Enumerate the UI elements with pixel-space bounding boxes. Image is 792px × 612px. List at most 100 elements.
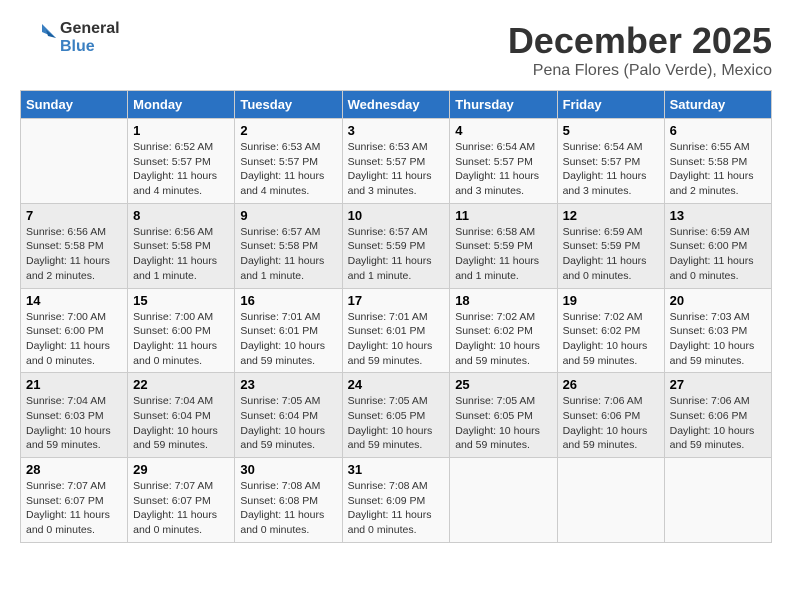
day-number: 11 <box>455 208 551 223</box>
day-info: Sunrise: 7:02 AM Sunset: 6:02 PM Dayligh… <box>455 310 551 369</box>
day-info: Sunrise: 6:54 AM Sunset: 5:57 PM Dayligh… <box>455 140 551 199</box>
day-info: Sunrise: 6:57 AM Sunset: 5:59 PM Dayligh… <box>348 225 445 284</box>
day-cell: 12 Sunrise: 6:59 AM Sunset: 5:59 PM Dayli… <box>557 203 664 288</box>
day-cell: 20 Sunrise: 7:03 AM Sunset: 6:03 PM Dayli… <box>664 288 771 373</box>
day-info: Sunrise: 7:00 AM Sunset: 6:00 PM Dayligh… <box>26 310 122 369</box>
day-cell <box>21 119 128 204</box>
day-cell: 22Sunrise: 7:04 AM Sunset: 6:04 PM Dayli… <box>128 373 235 458</box>
day-info: Sunrise: 6:54 AM Sunset: 5:57 PM Dayligh… <box>563 140 659 199</box>
col-header-thursday: Thursday <box>450 91 557 119</box>
day-cell: 30 Sunrise: 7:08 AM Sunset: 6:08 PM Dayli… <box>235 458 342 543</box>
day-cell: 14 Sunrise: 7:00 AM Sunset: 6:00 PM Dayli… <box>21 288 128 373</box>
day-number: 9 <box>240 208 336 223</box>
col-header-sunday: Sunday <box>21 91 128 119</box>
logo-general: General <box>60 20 120 38</box>
day-number: 13 <box>670 208 766 223</box>
col-header-monday: Monday <box>128 91 235 119</box>
day-info: Sunrise: 7:05 AM Sunset: 6:04 PM Dayligh… <box>240 394 336 453</box>
day-cell: 23 Sunrise: 7:05 AM Sunset: 6:04 PM Dayli… <box>235 373 342 458</box>
day-cell: 10Sunrise: 6:57 AM Sunset: 5:59 PM Dayli… <box>342 203 450 288</box>
calendar-table: SundayMondayTuesdayWednesdayThursdayFrid… <box>20 90 772 543</box>
day-info: Sunrise: 7:02 AM Sunset: 6:02 PM Dayligh… <box>563 310 659 369</box>
day-info: Sunrise: 6:52 AM Sunset: 5:57 PM Dayligh… <box>133 140 229 199</box>
day-cell: 21 Sunrise: 7:04 AM Sunset: 6:03 PM Dayli… <box>21 373 128 458</box>
logo-container: General Blue <box>20 20 120 56</box>
day-number: 30 <box>240 462 336 477</box>
logo-blue: Blue <box>60 38 120 56</box>
day-number: 5 <box>563 123 659 138</box>
week-row-5: 28 Sunrise: 7:07 AM Sunset: 6:07 PM Dayli… <box>21 458 772 543</box>
day-info: Sunrise: 7:08 AM Sunset: 6:08 PM Dayligh… <box>240 479 336 538</box>
day-info: Sunrise: 7:00 AM Sunset: 6:00 PM Dayligh… <box>133 310 229 369</box>
day-number: 24 <box>348 377 445 392</box>
day-info: Sunrise: 7:07 AM Sunset: 6:07 PM Dayligh… <box>133 479 229 538</box>
day-info: Sunrise: 7:06 AM Sunset: 6:06 PM Dayligh… <box>670 394 766 453</box>
col-header-wednesday: Wednesday <box>342 91 450 119</box>
col-header-saturday: Saturday <box>664 91 771 119</box>
day-number: 1 <box>133 123 229 138</box>
day-number: 6 <box>670 123 766 138</box>
day-info: Sunrise: 6:59 AM Sunset: 5:59 PM Dayligh… <box>563 225 659 284</box>
day-info: Sunrise: 7:05 AM Sunset: 6:05 PM Dayligh… <box>348 394 445 453</box>
day-number: 23 <box>240 377 336 392</box>
day-number: 17 <box>348 293 445 308</box>
day-number: 20 <box>670 293 766 308</box>
day-number: 19 <box>563 293 659 308</box>
day-number: 21 <box>26 377 122 392</box>
day-number: 22 <box>133 377 229 392</box>
day-info: Sunrise: 7:01 AM Sunset: 6:01 PM Dayligh… <box>240 310 336 369</box>
day-info: Sunrise: 6:57 AM Sunset: 5:58 PM Dayligh… <box>240 225 336 284</box>
day-cell: 18Sunrise: 7:02 AM Sunset: 6:02 PM Dayli… <box>450 288 557 373</box>
day-info: Sunrise: 7:08 AM Sunset: 6:09 PM Dayligh… <box>348 479 445 538</box>
day-number: 8 <box>133 208 229 223</box>
day-info: Sunrise: 6:53 AM Sunset: 5:57 PM Dayligh… <box>348 140 445 199</box>
day-cell: 25 Sunrise: 7:05 AM Sunset: 6:05 PM Dayli… <box>450 373 557 458</box>
day-number: 27 <box>670 377 766 392</box>
day-cell: 7Sunrise: 6:56 AM Sunset: 5:58 PM Daylig… <box>21 203 128 288</box>
day-number: 15 <box>133 293 229 308</box>
day-info: Sunrise: 7:04 AM Sunset: 6:03 PM Dayligh… <box>26 394 122 453</box>
day-info: Sunrise: 6:56 AM Sunset: 5:58 PM Dayligh… <box>133 225 229 284</box>
week-row-3: 14 Sunrise: 7:00 AM Sunset: 6:00 PM Dayli… <box>21 288 772 373</box>
day-cell: 8 Sunrise: 6:56 AM Sunset: 5:58 PM Daylig… <box>128 203 235 288</box>
day-cell: 3 Sunrise: 6:53 AM Sunset: 5:57 PM Daylig… <box>342 119 450 204</box>
day-info: Sunrise: 7:03 AM Sunset: 6:03 PM Dayligh… <box>670 310 766 369</box>
day-cell: 26Sunrise: 7:06 AM Sunset: 6:06 PM Dayli… <box>557 373 664 458</box>
day-number: 12 <box>563 208 659 223</box>
day-number: 7 <box>26 208 122 223</box>
day-info: Sunrise: 6:59 AM Sunset: 6:00 PM Dayligh… <box>670 225 766 284</box>
col-header-tuesday: Tuesday <box>235 91 342 119</box>
day-number: 2 <box>240 123 336 138</box>
day-cell <box>664 458 771 543</box>
day-number: 3 <box>348 123 445 138</box>
calendar-subtitle: Pena Flores (Palo Verde), Mexico <box>508 62 772 80</box>
day-info: Sunrise: 6:55 AM Sunset: 5:58 PM Dayligh… <box>670 140 766 199</box>
header-row: SundayMondayTuesdayWednesdayThursdayFrid… <box>21 91 772 119</box>
week-row-1: 1 Sunrise: 6:52 AM Sunset: 5:57 PM Daylig… <box>21 119 772 204</box>
day-info: Sunrise: 7:01 AM Sunset: 6:01 PM Dayligh… <box>348 310 445 369</box>
day-number: 25 <box>455 377 551 392</box>
day-info: Sunrise: 7:05 AM Sunset: 6:05 PM Dayligh… <box>455 394 551 453</box>
day-number: 4 <box>455 123 551 138</box>
day-cell: 17 Sunrise: 7:01 AM Sunset: 6:01 PM Dayli… <box>342 288 450 373</box>
header: General Blue December 2025 Pena Flores (… <box>20 20 772 80</box>
week-row-2: 7 Sunrise: 6:56 AM Sunset: 5:58 PM Daylig… <box>21 203 772 288</box>
col-header-friday: Friday <box>557 91 664 119</box>
day-number: 16 <box>240 293 336 308</box>
day-number: 31 <box>348 462 445 477</box>
title-area: December 2025 Pena Flores (Palo Verde), … <box>508 20 772 80</box>
day-number: 14 <box>26 293 122 308</box>
day-cell <box>557 458 664 543</box>
day-info: Sunrise: 6:53 AM Sunset: 5:57 PM Dayligh… <box>240 140 336 199</box>
day-cell: 1 Sunrise: 6:52 AM Sunset: 5:57 PM Daylig… <box>128 119 235 204</box>
day-number: 28 <box>26 462 122 477</box>
logo-text-block: General Blue <box>60 20 120 55</box>
day-cell: 16 Sunrise: 7:01 AM Sunset: 6:01 PM Dayli… <box>235 288 342 373</box>
day-cell: 2 Sunrise: 6:53 AM Sunset: 5:57 PM Daylig… <box>235 119 342 204</box>
day-cell: 29 Sunrise: 7:07 AM Sunset: 6:07 PM Dayli… <box>128 458 235 543</box>
day-number: 29 <box>133 462 229 477</box>
day-cell: 11Sunrise: 6:58 AM Sunset: 5:59 PM Dayli… <box>450 203 557 288</box>
day-cell: 31 Sunrise: 7:08 AM Sunset: 6:09 PM Dayli… <box>342 458 450 543</box>
day-info: Sunrise: 7:07 AM Sunset: 6:07 PM Dayligh… <box>26 479 122 538</box>
day-cell: 24 Sunrise: 7:05 AM Sunset: 6:05 PM Dayli… <box>342 373 450 458</box>
